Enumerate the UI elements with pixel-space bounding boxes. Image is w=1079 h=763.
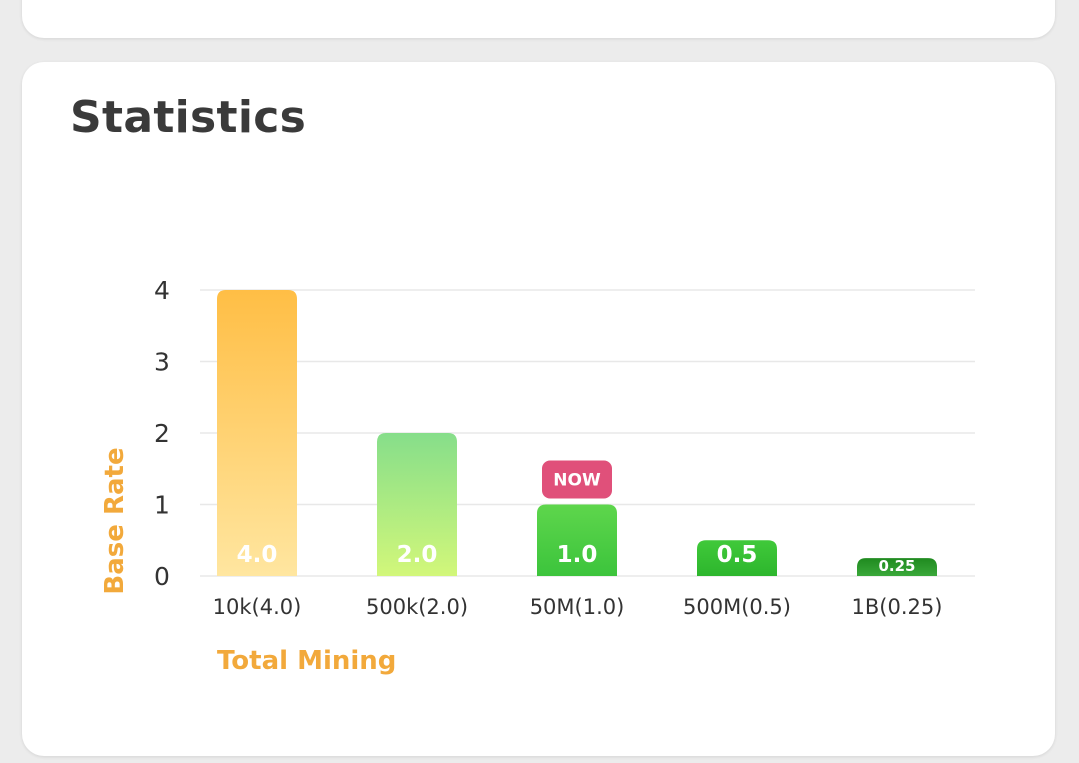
bar-chart: 0 1 2 3 4 4.0 2.0 1.0 NOW 0.5 0.25 10k(4.0) 500k(2… (100, 276, 975, 676)
y-tick-label: 0 (154, 562, 170, 591)
y-tick-label: 1 (154, 491, 170, 520)
x-tick-label: 500M(0.5) (683, 595, 791, 619)
bar-data-label: 1.0 (557, 542, 598, 568)
y-axis-title: Base Rate (100, 447, 130, 594)
bar-data-label: 0.5 (717, 542, 758, 568)
x-tick-label: 50M(1.0) (530, 595, 625, 619)
y-tick-label: 2 (154, 419, 170, 448)
x-axis-ticks: 10k(4.0) 500k(2.0) 50M(1.0) 500M(0.5) 1B(0.2… (213, 595, 943, 619)
x-axis-title: Total Mining (217, 646, 396, 676)
y-tick-label: 4 (154, 276, 170, 305)
bar-data-label: 0.25 (878, 557, 915, 575)
y-tick-label: 3 (154, 348, 170, 377)
now-badge-label: NOW (553, 471, 601, 491)
y-axis-ticks: 0 1 2 3 4 (154, 276, 170, 591)
x-tick-label: 500k(2.0) (366, 595, 468, 619)
x-tick-label: 1B(0.25) (852, 595, 943, 619)
bar-data-label: 4.0 (237, 542, 278, 568)
bar-data-label: 2.0 (397, 542, 438, 568)
bar (217, 290, 297, 576)
x-tick-label: 10k(4.0) (213, 595, 302, 619)
